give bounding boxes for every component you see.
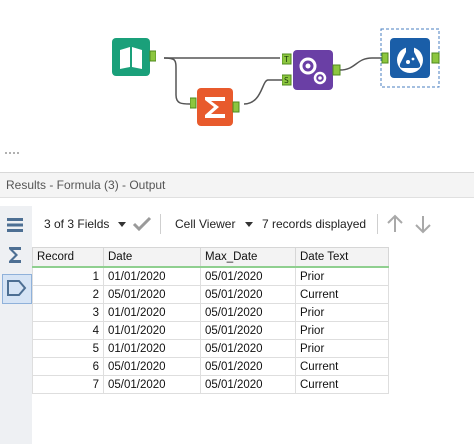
toolbar-separator: [160, 214, 161, 234]
formula-tool[interactable]: T S: [281, 50, 342, 94]
table-row[interactable]: 4 01/01/2020 05/01/2020 Prior: [32, 321, 389, 340]
input-data-tool[interactable]: [112, 38, 157, 78]
table-cell[interactable]: 1: [32, 266, 104, 286]
browse-tool[interactable]: [378, 28, 444, 90]
table-cell[interactable]: Prior: [295, 303, 389, 322]
table-row[interactable]: 2 05/01/2020 05/01/2020 Current: [32, 285, 389, 304]
table-cell[interactable]: 01/01/2020: [103, 303, 201, 322]
fields-selector[interactable]: 3 of 3 Fields: [44, 217, 109, 231]
splitter-grip-icon[interactable]: [4, 150, 22, 156]
table-cell[interactable]: 3: [32, 303, 104, 322]
results-table: Record Date Max_Date Date Text 1 01/01/20…: [32, 247, 389, 394]
table-cell[interactable]: 05/01/2020: [200, 303, 296, 322]
table-row[interactable]: 7 05/01/2020 05/01/2020 Current: [32, 375, 389, 394]
column-header[interactable]: Date: [103, 247, 201, 268]
workflow-canvas[interactable]: T S: [0, 0, 474, 160]
checkmark-icon[interactable]: [132, 215, 152, 233]
table-cell[interactable]: 05/01/2020: [200, 339, 296, 358]
table-cell[interactable]: 4: [32, 321, 104, 340]
table-cell[interactable]: 6: [32, 357, 104, 376]
toolbar-separator: [377, 214, 378, 234]
table-cell[interactable]: 05/01/2020: [200, 285, 296, 304]
table-cell[interactable]: 01/01/2020: [103, 339, 201, 358]
table-cell[interactable]: 05/01/2020: [103, 375, 201, 394]
list-icon[interactable]: [4, 214, 26, 236]
table-cell[interactable]: 5: [32, 339, 104, 358]
tag-icon: [7, 280, 27, 296]
table-cell[interactable]: Current: [295, 375, 389, 394]
arrow-up-icon[interactable]: [386, 214, 404, 234]
summarize-tool[interactable]: [189, 88, 240, 128]
results-side-toolbar: [0, 206, 32, 444]
cell-viewer-selector[interactable]: Cell Viewer: [175, 217, 235, 231]
table-header-row: Record Date Max_Date Date Text: [32, 247, 389, 268]
sigma-icon[interactable]: [4, 244, 26, 266]
arrow-down-icon[interactable]: [414, 214, 432, 234]
column-header[interactable]: Record: [32, 247, 104, 268]
results-panel-header: Results - Formula (3) - Output: [0, 172, 474, 198]
table-cell[interactable]: Prior: [295, 339, 389, 358]
table-cell[interactable]: 7: [32, 375, 104, 394]
table-cell[interactable]: 01/01/2020: [103, 266, 201, 286]
table-row[interactable]: 3 01/01/2020 05/01/2020 Prior: [32, 303, 389, 322]
table-cell[interactable]: 01/01/2020: [103, 321, 201, 340]
table-cell[interactable]: 05/01/2020: [200, 357, 296, 376]
table-cell[interactable]: Prior: [295, 266, 389, 286]
table-row[interactable]: 5 01/01/2020 05/01/2020 Prior: [32, 339, 389, 358]
results-toolbar: 3 of 3 Fields Cell Viewer 7 records disp…: [32, 206, 474, 242]
table-cell[interactable]: Prior: [295, 321, 389, 340]
anchor-s-label: S: [284, 76, 289, 85]
column-header[interactable]: Max_Date: [200, 247, 296, 268]
table-cell[interactable]: 05/01/2020: [200, 266, 296, 286]
table-cell[interactable]: 05/01/2020: [200, 321, 296, 340]
tag-icon-active-bg[interactable]: [2, 274, 32, 304]
table-row[interactable]: 6 05/01/2020 05/01/2020 Current: [32, 357, 389, 376]
records-count: 7 records displayed: [262, 217, 367, 231]
table-cell[interactable]: 05/01/2020: [200, 375, 296, 394]
table-cell[interactable]: 05/01/2020: [103, 357, 201, 376]
chevron-down-icon[interactable]: [245, 222, 253, 228]
table-row[interactable]: 1 01/01/2020 05/01/2020 Prior: [32, 266, 389, 286]
chevron-down-icon[interactable]: [118, 222, 126, 228]
table-cell[interactable]: 05/01/2020: [103, 285, 201, 304]
results-title: Results - Formula (3) - Output: [6, 178, 166, 192]
table-cell[interactable]: Current: [295, 285, 389, 304]
column-header[interactable]: Date Text: [295, 247, 389, 268]
table-cell[interactable]: Current: [295, 357, 389, 376]
anchor-t-label: T: [284, 55, 289, 64]
table-cell[interactable]: 2: [32, 285, 104, 304]
